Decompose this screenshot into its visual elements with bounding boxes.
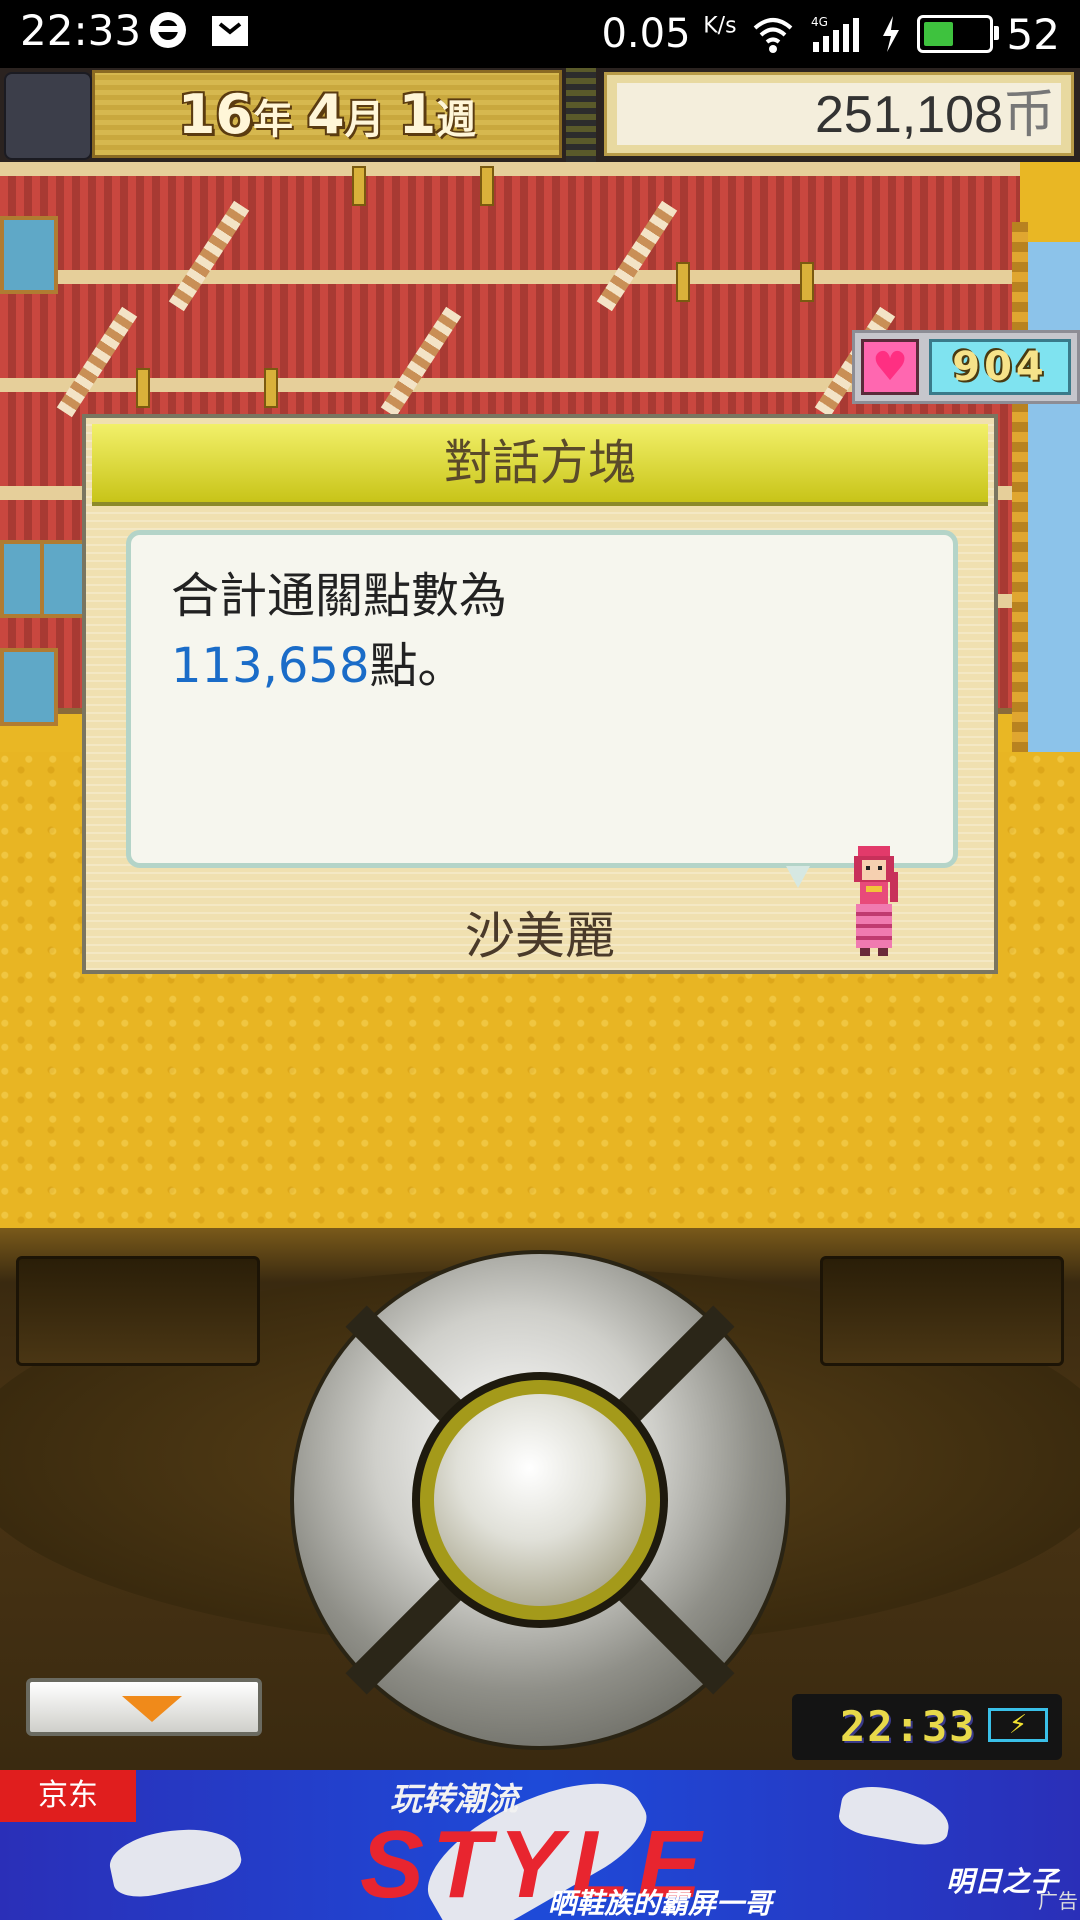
sneaker-image: [105, 1817, 245, 1903]
building-floor: [0, 162, 1020, 282]
left-soft-key[interactable]: [16, 1256, 260, 1366]
dialog-line-2: 113,658點。: [171, 631, 913, 701]
game-clock-time: 22:33: [840, 1702, 977, 1751]
battery-icon: [916, 15, 999, 53]
heart-counter: ♥ 904: [852, 330, 1080, 404]
ad-subtitle: 晒鞋族的霸屏一哥: [548, 1887, 773, 1920]
battery-fill: [923, 22, 953, 46]
money-value: 251,108: [815, 86, 1003, 144]
lamp-post: [136, 368, 150, 408]
jd-logo: 京东: [0, 1770, 136, 1822]
building-pillar: [1012, 222, 1028, 782]
game-header: 16年 4月 1週 251,108币: [0, 68, 1080, 162]
lamp-post: [264, 368, 278, 408]
points-suffix: 點。: [369, 638, 466, 694]
character-sprite-icon: [854, 846, 898, 956]
month-unit: 月: [344, 96, 385, 143]
dialog-title: 對話方塊: [443, 435, 636, 491]
dialog-box[interactable]: 對話方塊 合計通關點數為 113,658點。 沙美麗: [82, 414, 998, 974]
ad-label: 广告: [1038, 1889, 1078, 1913]
points-value: 113,658: [171, 638, 370, 694]
heart-icon: ♥: [861, 339, 919, 395]
game-clock: 22:33 ⚡: [792, 1694, 1062, 1760]
status-right: 0.05 K/s 4G 52: [601, 6, 1060, 62]
menu-avatar-button[interactable]: [4, 72, 92, 160]
lamp-post: [676, 262, 690, 302]
game-battery-icon: ⚡: [988, 1708, 1048, 1742]
battery-level: 52: [1006, 9, 1060, 59]
room-tile: [0, 216, 58, 294]
date-display: 16年 4月 1週: [92, 70, 562, 158]
app-notification-icon: [150, 12, 186, 48]
dialog-title-bar: 對話方塊: [92, 424, 988, 506]
directional-pad[interactable]: [290, 1250, 790, 1750]
week-value: 1: [398, 82, 437, 146]
dialog-line-1: 合計通關點數為: [171, 568, 508, 624]
network-speed: 0.05 K/s: [601, 11, 737, 57]
money-unit: 币: [1002, 86, 1055, 144]
week-unit: 週: [436, 96, 477, 143]
heart-value: 904: [929, 339, 1071, 395]
mail-icon: [212, 16, 248, 46]
room-tile: [0, 648, 58, 726]
lamp-post: [800, 262, 814, 302]
status-time: 22:33: [20, 6, 142, 55]
network-type: 4G: [811, 15, 828, 29]
dpad-center-button[interactable]: [434, 1394, 646, 1606]
wifi-icon: [753, 18, 792, 53]
sneaker-image: [836, 1780, 954, 1850]
menu-toggle-button[interactable]: [26, 1678, 262, 1736]
lamp-post: [352, 166, 366, 206]
triangle-down-icon: [122, 1696, 182, 1722]
year-unit: 年: [253, 96, 293, 143]
speech-bubble: 合計通關點數為 113,658點。: [126, 530, 958, 868]
month-value: 4: [307, 82, 345, 146]
status-bar: 22:33 0.05 K/s 4G 52: [0, 0, 1080, 68]
speech-bubble-tail: [786, 866, 810, 888]
lamp-post: [480, 166, 494, 206]
signal-4g-icon: 4G: [811, 15, 859, 52]
money-display: 251,108币: [604, 72, 1074, 156]
right-soft-key[interactable]: [820, 1256, 1064, 1366]
screen: 22:33 0.05 K/s 4G 52 16年 4月 1週 251,108币 …: [0, 0, 1080, 1920]
sky: [1020, 242, 1080, 762]
header-divider: [566, 68, 596, 162]
ad-banner[interactable]: 京东 玩转潮流 STYLE 晒鞋族的霸屏一哥 明日之子 广告: [0, 1770, 1080, 1920]
charging-bolt-icon: [882, 16, 899, 52]
year-value: 16: [177, 82, 253, 146]
